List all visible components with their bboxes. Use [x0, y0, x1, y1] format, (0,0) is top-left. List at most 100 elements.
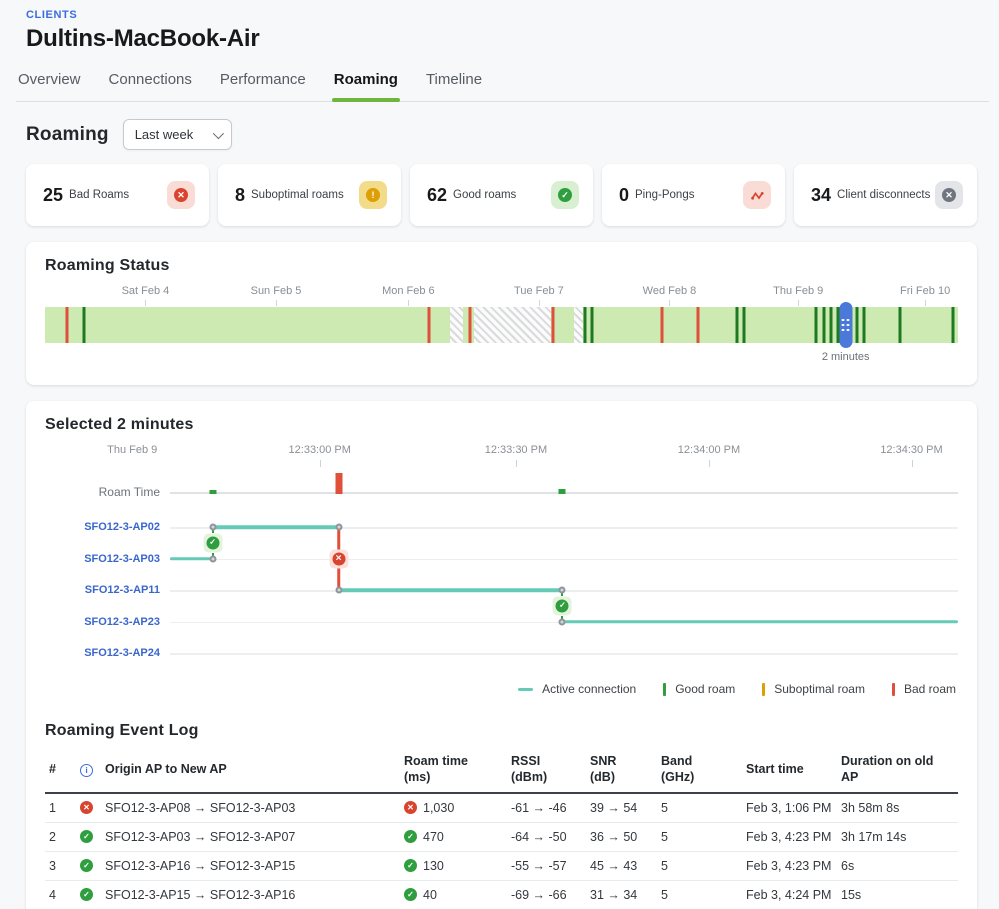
- tab-roaming[interactable]: Roaming: [332, 71, 400, 101]
- check-circle-icon: ✓: [206, 536, 219, 549]
- col-header-start: Start time: [742, 758, 837, 783]
- col-header-roam_time: Roam time(ms): [400, 750, 507, 792]
- roam-time-value: 130: [423, 859, 444, 873]
- timeline-bar[interactable]: 2 minutes: [45, 307, 958, 343]
- breadcrumb[interactable]: CLIENTS: [26, 9, 973, 21]
- x-circle-icon: ✕: [404, 801, 417, 814]
- legend-label: Active connection: [542, 682, 636, 696]
- cell-band: 5: [657, 801, 742, 815]
- cell-status: ✓: [76, 830, 101, 843]
- timeline-day-tick: [798, 300, 799, 306]
- cell-snr: 45 → 43: [586, 859, 657, 873]
- timeline-disconnect-gap: [574, 307, 583, 343]
- page-title: Dultins-MacBook-Air: [26, 25, 973, 53]
- timeline-good-roam-mark: [899, 307, 902, 343]
- cell-roam-time: ✓40: [400, 888, 507, 902]
- col-header-label: RSSI: [511, 753, 580, 769]
- stat-badge: ✕: [935, 181, 963, 209]
- timeline-day-tick: [408, 300, 409, 306]
- ap-node: [559, 587, 566, 594]
- cell-status: ✕: [76, 801, 101, 814]
- suboptimal-icon: !: [366, 188, 380, 202]
- cell-snr: 36 → 50: [586, 830, 657, 844]
- legend-bar-icon: [892, 683, 895, 696]
- cell-index: 4: [45, 888, 76, 902]
- col-header-unit: (ms): [404, 769, 501, 785]
- timeline-good-roam-mark: [736, 307, 739, 343]
- col-header-label: Start time: [746, 761, 831, 777]
- time-axis-label: 12:33:30 PM: [485, 444, 547, 456]
- time-range-select[interactable]: Last week: [123, 119, 232, 150]
- timeline-day-axis: Sat Feb 4Sun Feb 5Mon Feb 6Tue Feb 7Wed …: [45, 285, 958, 307]
- timeline-good-roam-mark: [743, 307, 746, 343]
- active-connection-segment: [213, 525, 339, 529]
- ap-label-sfo12-3-ap02[interactable]: SFO12-3-AP02: [84, 521, 160, 533]
- legend-bar-icon: [762, 683, 765, 696]
- cell-rssi: -69 → -66: [507, 888, 586, 902]
- roam-time-value: 470: [423, 830, 444, 844]
- col-header-label: SNR: [590, 753, 651, 769]
- tab-connections[interactable]: Connections: [107, 71, 194, 101]
- event-log-header: #iOrigin AP to New APRoam time(ms)RSSI(d…: [45, 750, 958, 794]
- cell-path: SFO12-3-AP16 → SFO12-3-AP15: [101, 859, 400, 873]
- stat-value: 62: [427, 185, 447, 206]
- stat-badge: !: [359, 181, 387, 209]
- time-axis-tick: [709, 460, 710, 467]
- good-roam-badge: ✓: [553, 596, 572, 615]
- disconnect-icon: ✕: [942, 188, 956, 202]
- ap-label-sfo12-3-ap03[interactable]: SFO12-3-AP03: [84, 553, 160, 565]
- tab-timeline[interactable]: Timeline: [424, 71, 484, 101]
- ap-node: [335, 524, 342, 531]
- time-range-value: Last week: [135, 127, 194, 142]
- info-icon[interactable]: i: [80, 764, 93, 777]
- timeline-bad-roam-mark: [661, 307, 664, 343]
- tab-overview[interactable]: Overview: [16, 71, 83, 101]
- cell-path: SFO12-3-AP03 → SFO12-3-AP07: [101, 830, 400, 844]
- cell-path: SFO12-3-AP08 → SFO12-3-AP03: [101, 801, 400, 815]
- ap-row-baseline: [170, 653, 958, 655]
- x-circle-icon: ✕: [80, 801, 93, 814]
- col-header-label: #: [49, 761, 70, 777]
- selected-window-title: Selected 2 minutes: [45, 416, 958, 434]
- col-header-label: Duration on old AP: [841, 753, 952, 786]
- timeline-bad-roam-mark: [65, 307, 68, 343]
- timeline-good-roam-mark: [855, 307, 858, 343]
- cell-roam-time: ✓130: [400, 859, 507, 873]
- stat-card-suboptimal-roams: 8Suboptimal roams!: [218, 164, 401, 226]
- legend-label: Suboptimal roam: [774, 682, 865, 696]
- event-log-title: Roaming Event Log: [45, 722, 958, 740]
- timeline-disconnect-gap: [474, 307, 551, 343]
- legend-item-good-roam: Good roam: [663, 682, 735, 696]
- timeline-good-roam-mark: [830, 307, 833, 343]
- ping-pong-icon: [750, 188, 765, 203]
- handle-dots-icon: [842, 319, 850, 332]
- col-header-path: Origin AP to New AP: [101, 758, 400, 783]
- roaming-status-card: Roaming Status Sat Feb 4Sun Feb 5Mon Feb…: [26, 242, 977, 385]
- page-header: CLIENTS Dultins-MacBook-Air: [0, 0, 999, 53]
- ap-node: [559, 618, 566, 625]
- cell-rssi: -55 → -57: [507, 859, 586, 873]
- time-axis-tick: [516, 460, 517, 467]
- timeline-bad-roam-mark: [428, 307, 431, 343]
- ap-node: [209, 555, 216, 562]
- stat-badge: ✓: [551, 181, 579, 209]
- check-circle-icon: ✓: [80, 830, 93, 843]
- tab-performance[interactable]: Performance: [218, 71, 308, 101]
- check-circle-icon: ✓: [80, 888, 93, 901]
- stat-label: Good roams: [453, 189, 516, 201]
- ap-label-sfo12-3-ap24[interactable]: SFO12-3-AP24: [84, 647, 160, 659]
- timeline-day-label: Sat Feb 4: [122, 285, 170, 297]
- chevron-down-icon: [212, 127, 223, 138]
- time-axis-tick: [912, 460, 913, 467]
- ap-label-sfo12-3-ap11[interactable]: SFO12-3-AP11: [85, 584, 160, 596]
- timeline-selection-handle[interactable]: [839, 302, 852, 348]
- stats-row: 25Bad Roams✕8Suboptimal roams!62Good roa…: [26, 164, 977, 226]
- good-roam-badge: ✓: [203, 533, 222, 552]
- event-log-row: 2✓SFO12-3-AP03 → SFO12-3-AP07✓470-64 → -…: [45, 823, 958, 852]
- stat-label: Ping-Pongs: [635, 189, 694, 201]
- cell-start-time: Feb 3, 4:24 PM: [742, 888, 837, 902]
- ap-label-sfo12-3-ap23[interactable]: SFO12-3-AP23: [84, 616, 160, 628]
- stat-card-client-disconnects: 34Client disconnects✕: [794, 164, 977, 226]
- timeline-bad-roam-mark: [551, 307, 554, 343]
- roam-chart: Roam TimeSFO12-3-AP02SFO12-3-AP03SFO12-3…: [45, 440, 958, 672]
